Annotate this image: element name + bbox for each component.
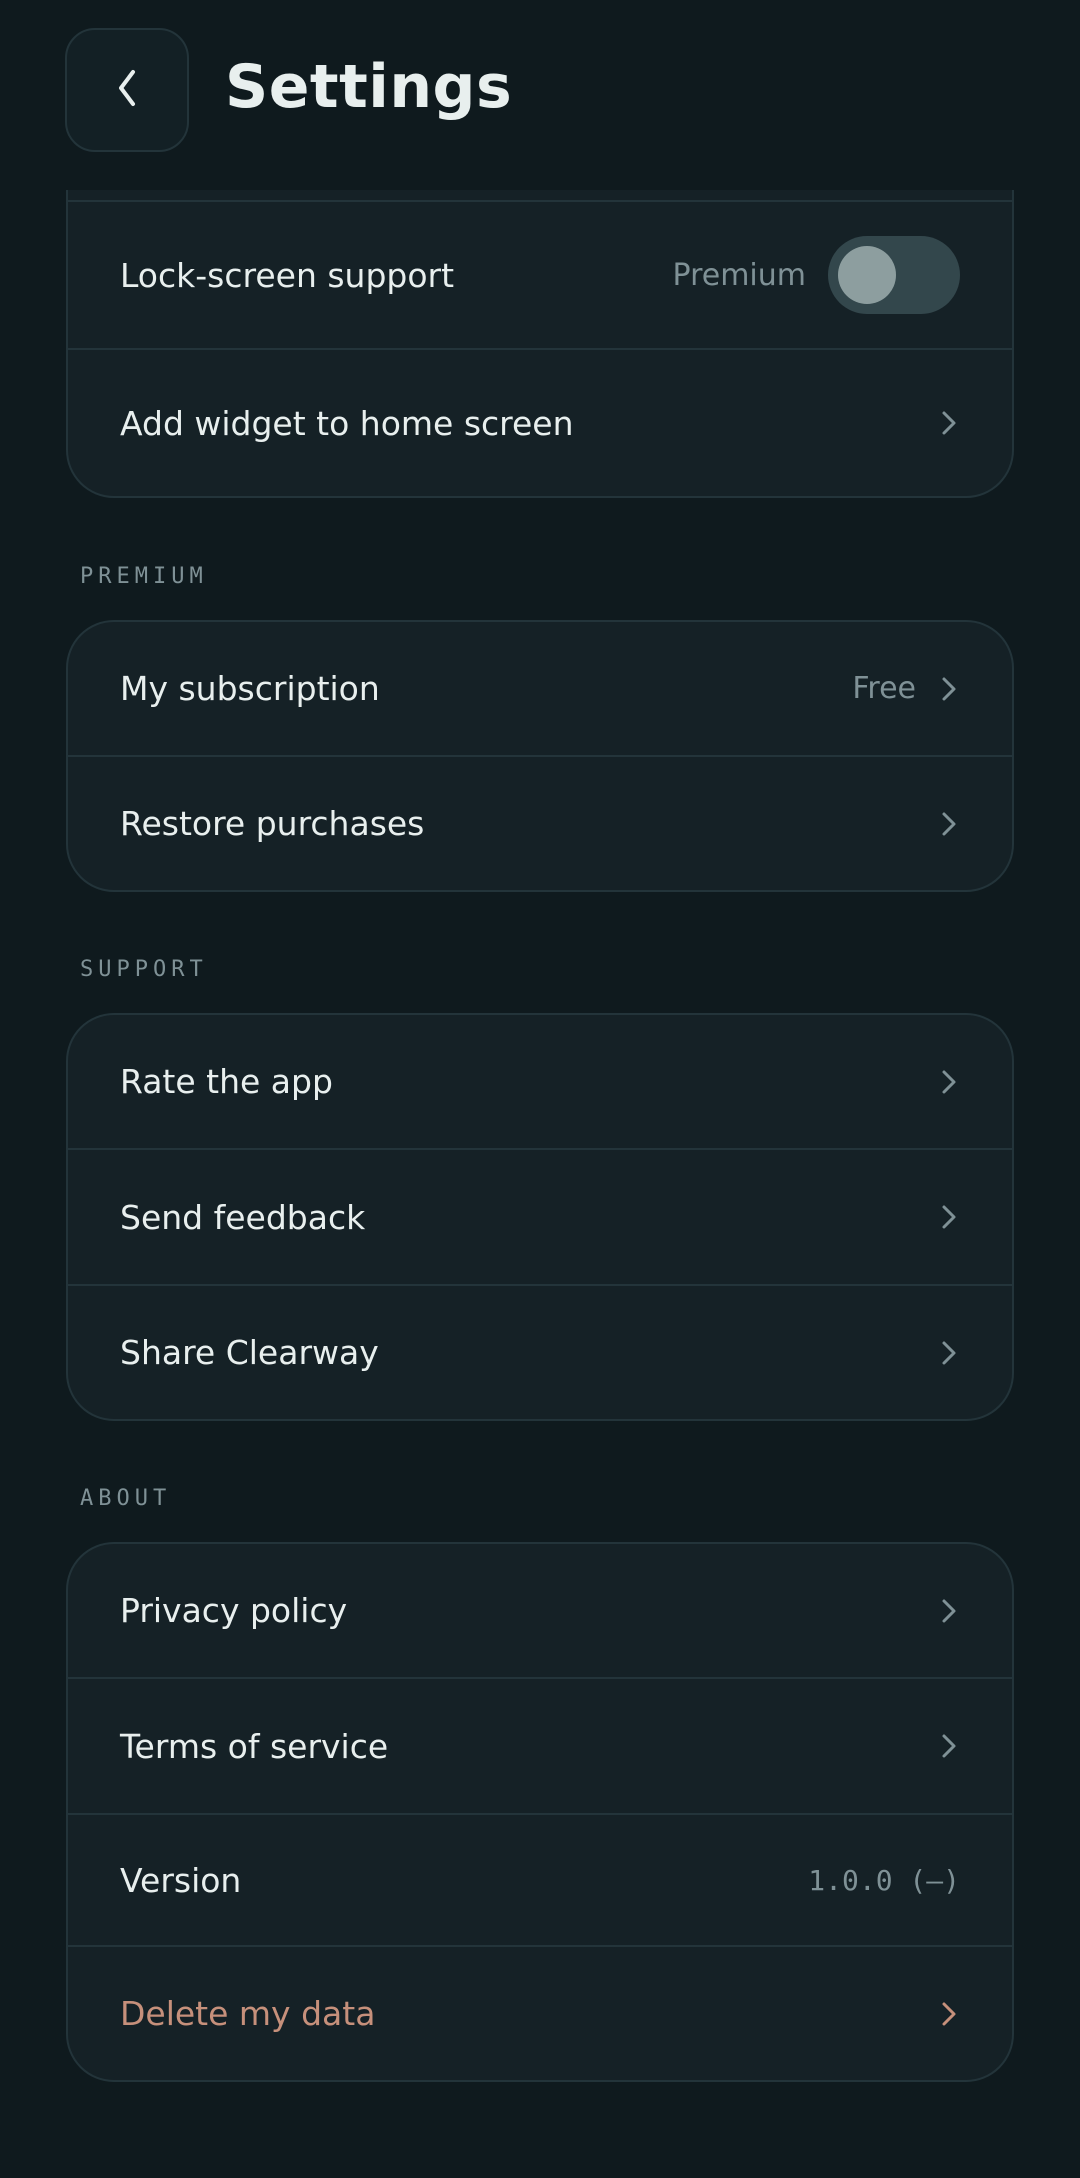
premium-badge: Premium: [672, 257, 807, 293]
my-subscription-row[interactable]: My subscription Free: [68, 622, 1012, 757]
privacy-policy-label: Privacy policy: [120, 1591, 348, 1630]
about-card: Privacy policy Terms of service Version …: [66, 1542, 1014, 2082]
delete-data-row[interactable]: Delete my data: [68, 1947, 1012, 2080]
restore-purchases-label: Restore purchases: [120, 804, 425, 843]
rate-app-label: Rate the app: [120, 1062, 333, 1101]
send-feedback-label: Send feedback: [120, 1197, 366, 1237]
display-settings-card: Lock-screen support Premium Add widget t…: [66, 190, 1014, 498]
version-value: 1.0.0 (—): [808, 1863, 960, 1897]
add-widget-label: Add widget to home screen: [120, 403, 574, 443]
add-widget-row[interactable]: Add widget to home screen: [68, 350, 1012, 496]
lock-screen-row: Lock-screen support Premium: [68, 202, 1012, 350]
send-feedback-row[interactable]: Send feedback: [68, 1150, 1012, 1286]
chevron-right-icon: [938, 1999, 960, 2029]
chevron-right-icon: [938, 1067, 960, 1097]
terms-of-service-label: Terms of service: [120, 1726, 389, 1766]
lock-screen-toggle[interactable]: [828, 236, 960, 314]
back-button[interactable]: [65, 28, 189, 152]
section-heading-support: SUPPORT: [80, 957, 208, 982]
subscription-value: Free: [852, 671, 916, 706]
rate-app-row[interactable]: Rate the app: [68, 1015, 1012, 1150]
restore-purchases-row[interactable]: Restore purchases: [68, 757, 1012, 890]
divider: [68, 190, 1012, 202]
section-heading-about: ABOUT: [80, 1486, 172, 1511]
my-subscription-label: My subscription: [120, 669, 380, 708]
chevron-right-icon: [938, 674, 960, 704]
toggle-knob: [838, 246, 896, 304]
chevron-right-icon: [938, 1596, 960, 1626]
section-heading-premium: PREMIUM: [80, 564, 208, 589]
premium-card: My subscription Free Restore purchases: [66, 620, 1014, 892]
share-app-label: Share Clearway: [120, 1333, 379, 1372]
chevron-right-icon: [938, 1731, 960, 1761]
share-app-row[interactable]: Share Clearway: [68, 1286, 1012, 1419]
chevron-right-icon: [938, 408, 960, 438]
chevron-left-icon: [107, 68, 147, 112]
settings-screen: Settings Lock-screen support Premium Add…: [0, 0, 1080, 2178]
version-row: Version 1.0.0 (—): [68, 1815, 1012, 1947]
page-title: Settings: [225, 52, 513, 122]
chevron-right-icon: [938, 1338, 960, 1368]
support-card: Rate the app Send feedback Share Clearwa…: [66, 1013, 1014, 1421]
delete-data-label: Delete my data: [120, 1994, 376, 2033]
chevron-right-icon: [938, 809, 960, 839]
header: Settings: [0, 0, 1080, 188]
terms-of-service-row[interactable]: Terms of service: [68, 1679, 1012, 1815]
version-label: Version: [120, 1860, 242, 1900]
lock-screen-label: Lock-screen support: [120, 255, 455, 295]
privacy-policy-row[interactable]: Privacy policy: [68, 1544, 1012, 1679]
chevron-right-icon: [938, 1202, 960, 1232]
